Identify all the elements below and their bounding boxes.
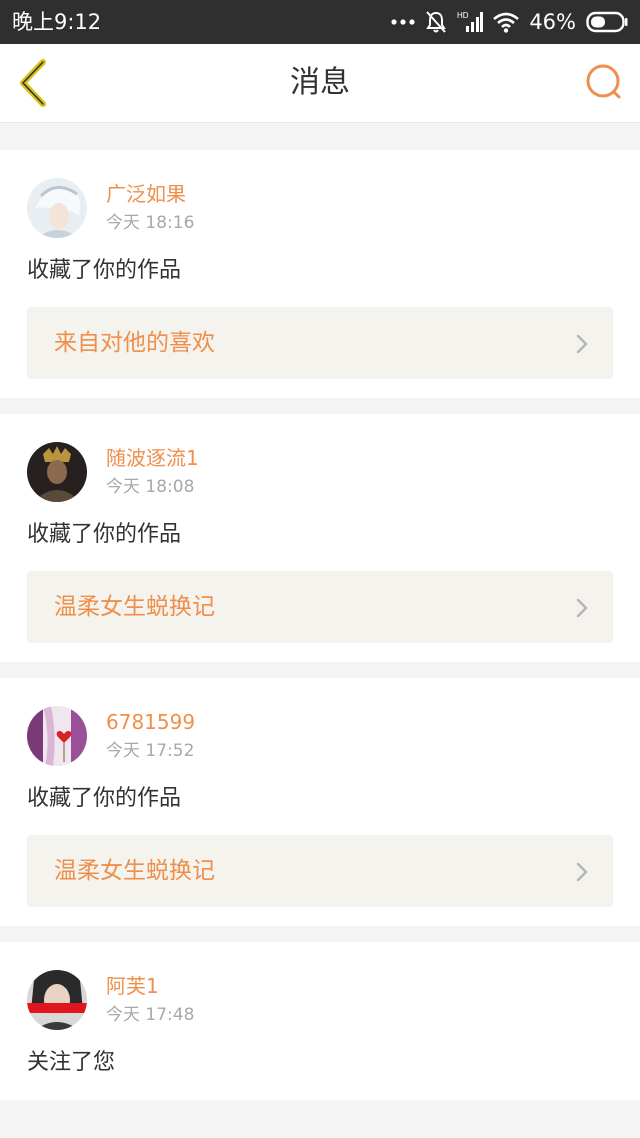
work-title: 温柔女生蜕换记 bbox=[54, 594, 215, 620]
status-time: 晚上9:12 bbox=[12, 10, 102, 34]
status-icons: HD 46% bbox=[391, 8, 628, 36]
status-bar: 晚上9:12 HD 46% bbox=[0, 0, 640, 44]
chevron-right-icon bbox=[576, 862, 588, 882]
avatar[interactable] bbox=[27, 706, 87, 766]
search-button[interactable] bbox=[584, 62, 624, 102]
username[interactable]: 随波逐流1 bbox=[106, 445, 199, 471]
work-title: 来自对他的喜欢 bbox=[54, 330, 215, 356]
work-link[interactable]: 温柔女生蜕换记 bbox=[27, 835, 613, 907]
message-card: 广泛如果 今天 18:16 收藏了你的作品 来自对他的喜欢 bbox=[0, 150, 640, 398]
message-card: 阿芙1 今天 17:48 关注了您 bbox=[0, 942, 640, 1100]
work-link[interactable]: 温柔女生蜕换记 bbox=[27, 571, 613, 643]
battery-percent: 46% bbox=[529, 10, 576, 34]
timestamp: 今天 17:48 bbox=[106, 1005, 195, 1025]
chevron-left-icon bbox=[20, 59, 46, 107]
notification-muted-icon bbox=[425, 10, 447, 34]
timestamp: 今天 18:16 bbox=[106, 213, 195, 233]
action-text: 收藏了你的作品 bbox=[27, 522, 182, 547]
search-icon bbox=[586, 64, 621, 99]
chevron-right-icon bbox=[576, 598, 588, 618]
message-card: 随波逐流1 今天 18:08 收藏了你的作品 温柔女生蜕换记 bbox=[0, 414, 640, 662]
battery-icon bbox=[586, 11, 628, 33]
avatar[interactable] bbox=[27, 970, 87, 1030]
message-list: 广泛如果 今天 18:16 收藏了你的作品 来自对他的喜欢 随波逐流1 今天 1… bbox=[0, 134, 640, 1100]
work-title: 温柔女生蜕换记 bbox=[54, 858, 215, 884]
navbar: 消息 bbox=[0, 44, 640, 123]
action-text: 关注了您 bbox=[27, 1050, 116, 1075]
avatar[interactable] bbox=[27, 178, 87, 238]
chevron-right-icon bbox=[576, 334, 588, 354]
username[interactable]: 广泛如果 bbox=[106, 181, 186, 207]
network-type-label: HD bbox=[457, 11, 469, 20]
back-button[interactable] bbox=[16, 58, 50, 108]
timestamp: 今天 18:08 bbox=[106, 477, 195, 497]
username[interactable]: 6781599 bbox=[106, 709, 195, 735]
timestamp: 今天 17:52 bbox=[106, 741, 195, 761]
signal-icon: HD bbox=[457, 10, 484, 34]
more-dots-icon bbox=[391, 17, 415, 27]
wifi-icon bbox=[493, 11, 520, 33]
message-card: 6781599 今天 17:52 收藏了你的作品 温柔女生蜕换记 bbox=[0, 678, 640, 926]
page-title: 消息 bbox=[290, 65, 350, 100]
action-text: 收藏了你的作品 bbox=[27, 786, 182, 811]
avatar[interactable] bbox=[27, 442, 87, 502]
username[interactable]: 阿芙1 bbox=[106, 973, 159, 999]
work-link[interactable]: 来自对他的喜欢 bbox=[27, 307, 613, 379]
action-text: 收藏了你的作品 bbox=[27, 258, 182, 283]
